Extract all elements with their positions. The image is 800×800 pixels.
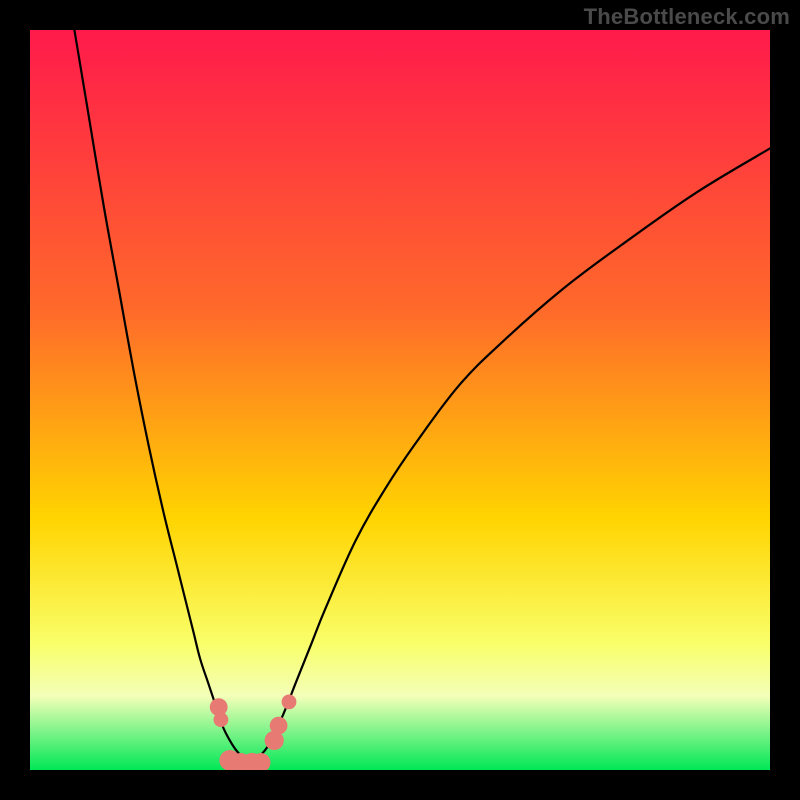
bottleneck-chart (30, 30, 770, 770)
data-marker (270, 717, 288, 735)
gradient-background (30, 30, 770, 770)
data-marker (282, 695, 297, 710)
outer-frame: TheBottleneck.com (0, 0, 800, 800)
data-marker (214, 712, 229, 727)
watermark-text: TheBottleneck.com (584, 4, 790, 30)
